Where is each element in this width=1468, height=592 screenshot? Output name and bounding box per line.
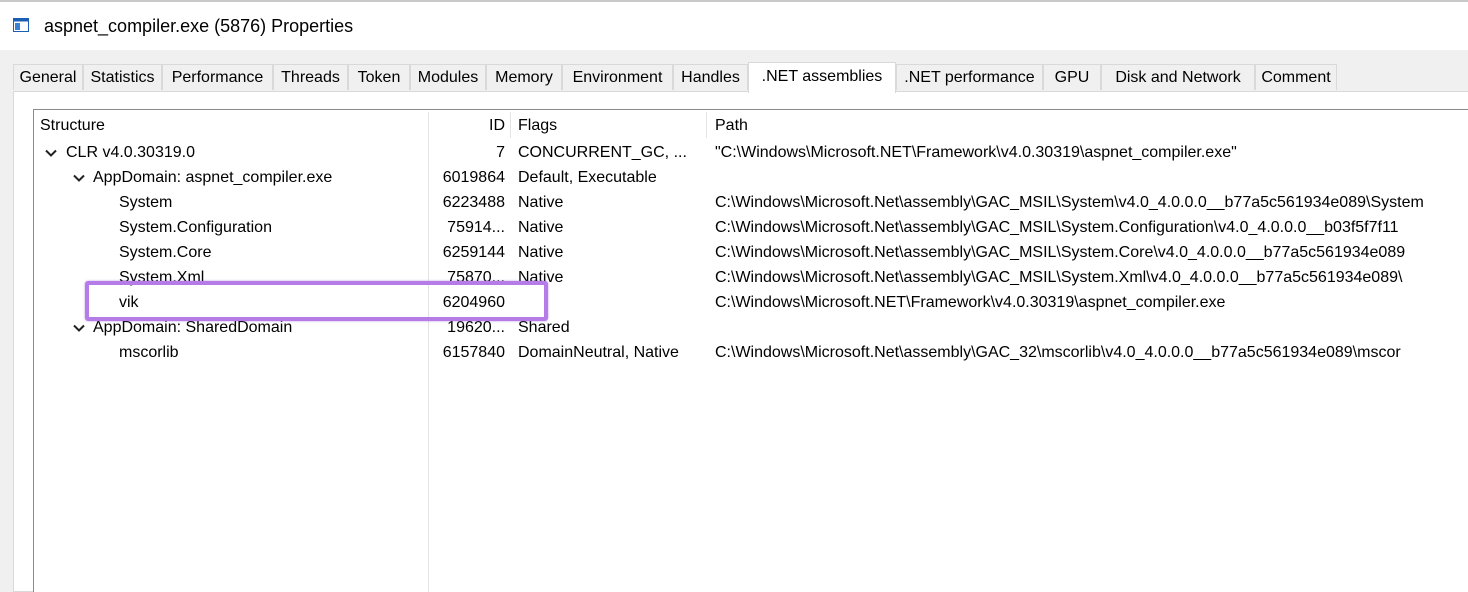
column-header-id[interactable]: ID	[425, 116, 505, 136]
tree-row-flags: Default, Executable	[518, 169, 657, 186]
tab-threads[interactable]: Threads	[273, 64, 348, 90]
tab-disk-and-network[interactable]: Disk and Network	[1101, 64, 1255, 90]
tree-row-path: C:\Windows\Microsoft.Net\assembly\GAC_32…	[715, 344, 1401, 361]
chevron-down-icon[interactable]	[73, 172, 85, 184]
tree-row-flags: Native	[518, 194, 564, 211]
tree-row-id: 19620...	[447, 319, 505, 336]
tree-row-flags: Shared	[518, 319, 570, 336]
tree-row-structure[interactable]: System.Core	[119, 243, 211, 263]
tree-row-id: 75914...	[447, 219, 505, 236]
tree-row-structure[interactable]: AppDomain: aspnet_compiler.exe	[93, 168, 332, 188]
tree-row-id: 6157840	[442, 344, 505, 361]
tab-performance[interactable]: Performance	[162, 64, 273, 90]
header-divider-flags[interactable]	[706, 112, 707, 138]
window-app-icon	[13, 18, 29, 32]
tree-row-path: "C:\Windows\Microsoft.NET\Framework\v4.0…	[715, 144, 1237, 161]
chevron-down-icon[interactable]	[73, 322, 85, 334]
tree-row-id: 6259144	[442, 244, 505, 261]
column-header-structure[interactable]: Structure	[40, 116, 105, 136]
tree-row-structure[interactable]: System	[119, 193, 172, 213]
tree-row-path: C:\Windows\Microsoft.Net\assembly\GAC_MS…	[715, 219, 1399, 236]
tree-row-id: 6019864	[442, 169, 505, 186]
tab-memory[interactable]: Memory	[486, 64, 562, 90]
window-title: aspnet_compiler.exe (5876) Properties	[44, 16, 354, 36]
tree-row-structure[interactable]: CLR v4.0.30319.0	[66, 143, 195, 163]
tree-row-structure[interactable]: AppDomain: SharedDomain	[93, 318, 292, 338]
column-header-path[interactable]: Path	[715, 116, 748, 136]
tree-row-flags: Native	[518, 244, 564, 261]
tab-token[interactable]: Token	[348, 64, 410, 90]
tree-row-structure[interactable]: mscorlib	[119, 343, 179, 363]
tab-gpu[interactable]: GPU	[1043, 64, 1101, 90]
tab-general[interactable]: General	[13, 64, 83, 90]
tab-net-assemblies[interactable]: .NET assemblies	[748, 62, 896, 93]
tree-row-flags: CONCURRENT_GC, ...	[518, 144, 687, 161]
tree-row-path: C:\Windows\Microsoft.Net\assembly\GAC_MS…	[715, 244, 1406, 261]
title-bar: aspnet_compiler.exe (5876) Properties	[0, 2, 1468, 50]
tree-row-id: 6223488	[442, 194, 505, 211]
chevron-down-icon[interactable]	[45, 147, 57, 159]
tree-row-flags: Native	[518, 219, 564, 236]
tree-row-path: C:\Windows\Microsoft.NET\Framework\v4.0.…	[715, 294, 1226, 311]
tab-environment[interactable]: Environment	[562, 64, 673, 90]
tab-modules[interactable]: Modules	[410, 64, 486, 90]
tab-comment[interactable]: Comment	[1255, 64, 1337, 90]
tab-net-performance[interactable]: .NET performance	[896, 64, 1043, 90]
tree-row-id: 7	[496, 144, 505, 161]
tree-row-path: C:\Windows\Microsoft.Net\assembly\GAC_MS…	[715, 269, 1403, 286]
highlight-box	[85, 281, 548, 321]
column-header-flags[interactable]: Flags	[518, 116, 557, 136]
tree-row-flags: DomainNeutral, Native	[518, 344, 679, 361]
tree-row-structure[interactable]: System.Configuration	[119, 218, 272, 238]
tree-row-path: C:\Windows\Microsoft.Net\assembly\GAC_MS…	[715, 194, 1424, 211]
header-divider-id[interactable]	[510, 112, 511, 138]
tab-statistics[interactable]: Statistics	[83, 64, 162, 90]
tab-handles[interactable]: Handles	[673, 64, 748, 90]
